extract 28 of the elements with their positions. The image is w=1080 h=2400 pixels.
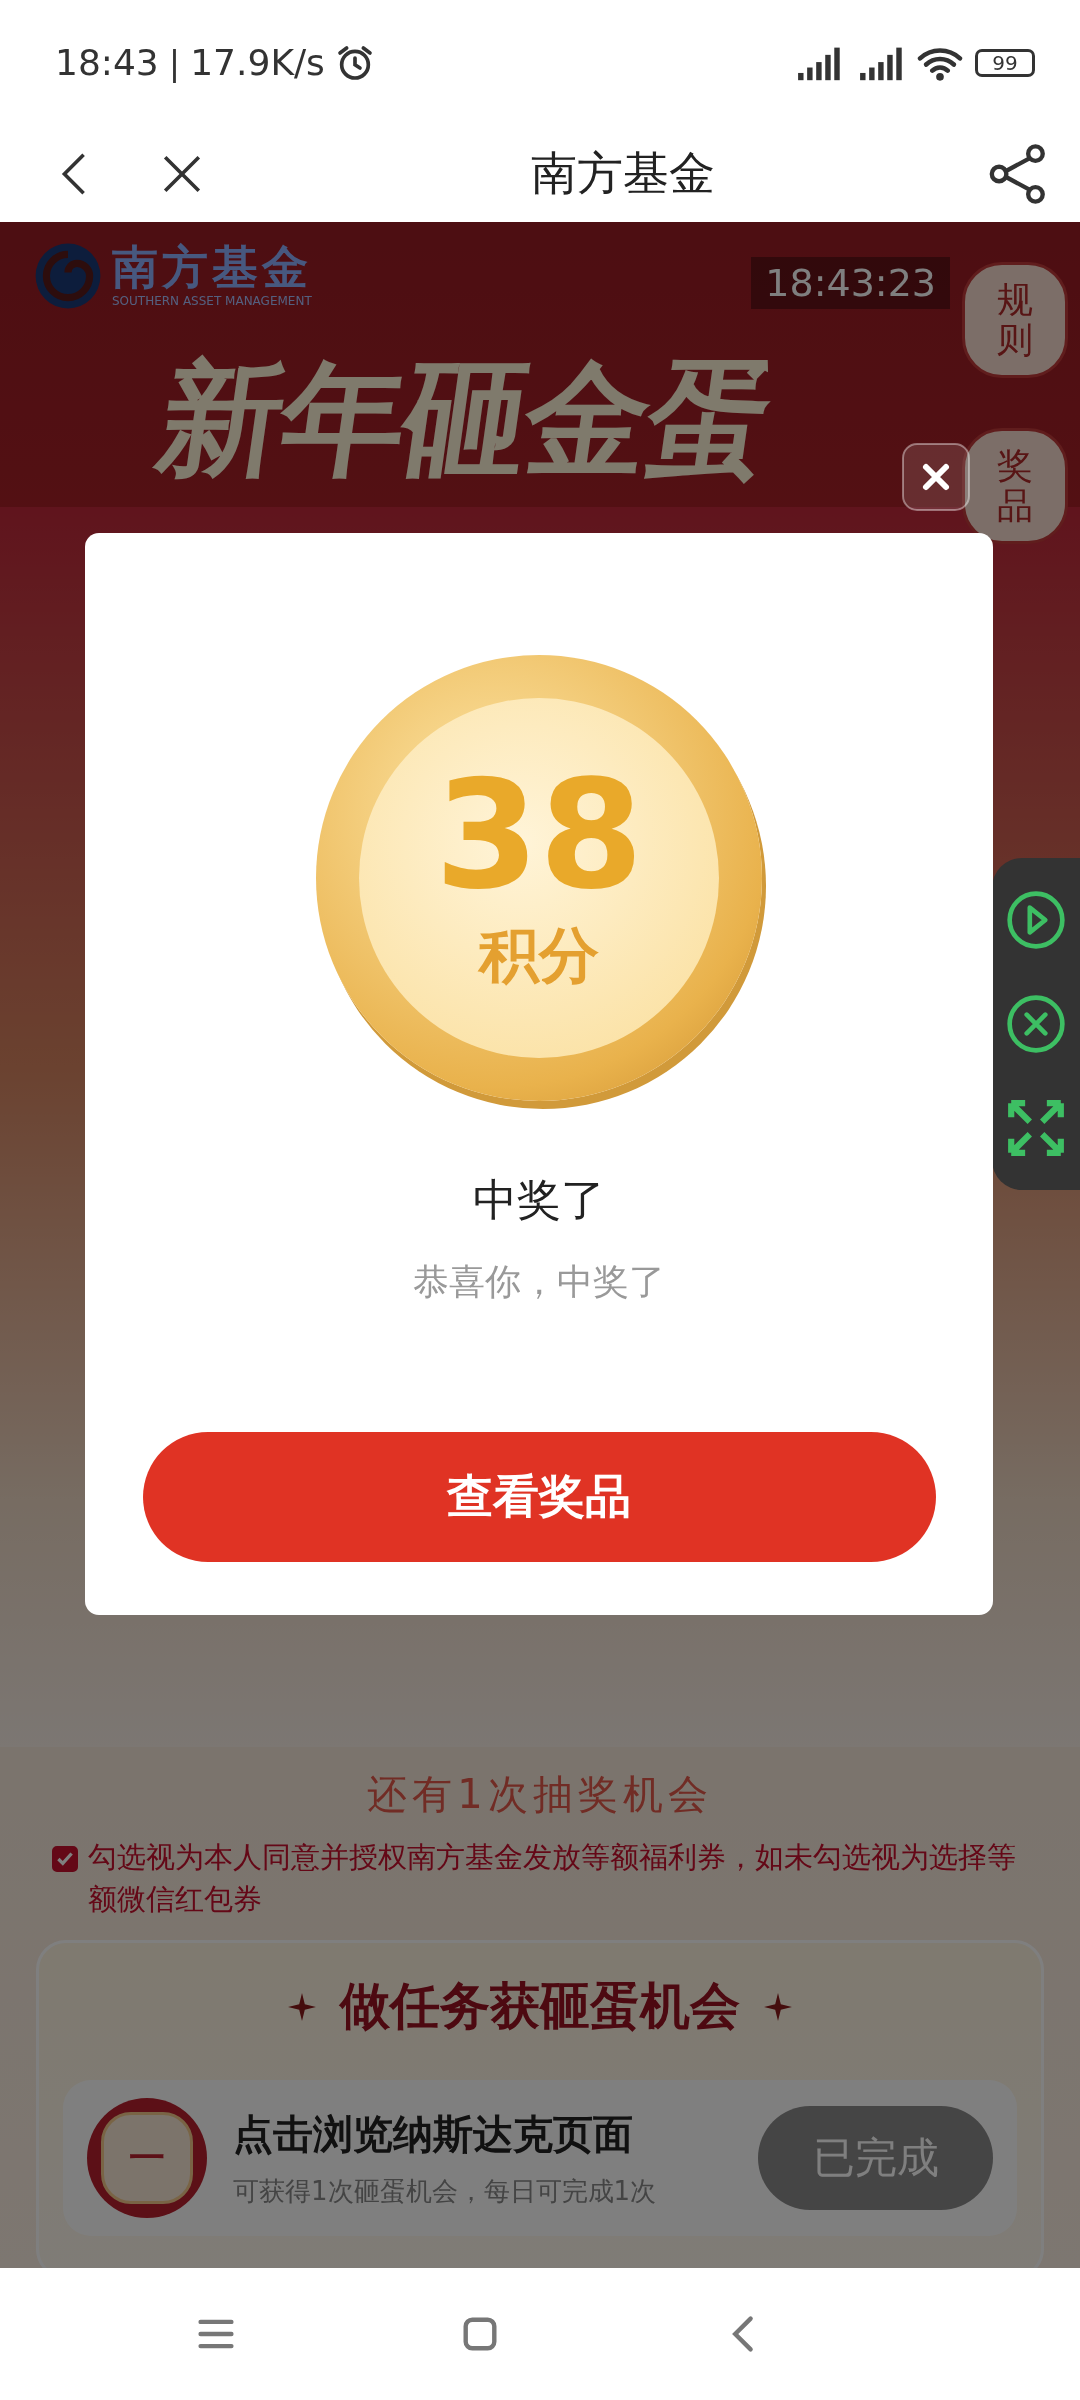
separator-text: | (168, 42, 181, 83)
sparkle-icon (288, 1992, 316, 2021)
dialog-message: 恭喜你，中奖了 (413, 1260, 665, 1304)
consent-checkbox[interactable] (52, 1846, 78, 1872)
coin-unit: 积分 (479, 918, 599, 992)
page-title: 南方基金 (531, 144, 715, 202)
fullscreen-icon[interactable] (1005, 1097, 1067, 1159)
banner-title: 新年砸金蛋 (148, 346, 782, 493)
close-icon[interactable] (902, 443, 970, 511)
play-icon[interactable] (1005, 889, 1067, 951)
logo-subtitle: SOUTHERN ASSET MANAGEMENT (112, 294, 312, 308)
battery-level: 99 (992, 50, 1018, 75)
side-tag[interactable]: 奖品 (962, 428, 1068, 544)
task-subtitle: 可获得1次砸蛋机会，每日可完成1次 (233, 2175, 658, 2208)
chances-text: 还有1次抽奖机会 (366, 1770, 714, 1819)
sparkle-icon (764, 1992, 792, 2021)
view-prize-button[interactable]: 查看奖品 (142, 1432, 936, 1562)
task-title: 点击浏览纳斯达克页面 (233, 2110, 634, 2159)
dialog-title: 中奖了 (473, 1173, 605, 1227)
network-speed: 17.9K/s (190, 42, 325, 83)
side-tag[interactable]: 规则 (962, 262, 1068, 378)
close-icon[interactable] (1005, 993, 1067, 1055)
card-title: 做任务获砸蛋机会 (340, 1976, 740, 2037)
badge-number: 一 (101, 2112, 193, 2204)
status-time: 18:43 (55, 42, 159, 83)
coin-value: 38 (434, 759, 644, 910)
consent-text: 勾选视为本人同意并授权南方基金发放等额福利券，如未勾选视为选择等额微信红包券 (88, 1839, 1017, 1918)
logo-name: 南方基金 (112, 244, 312, 290)
